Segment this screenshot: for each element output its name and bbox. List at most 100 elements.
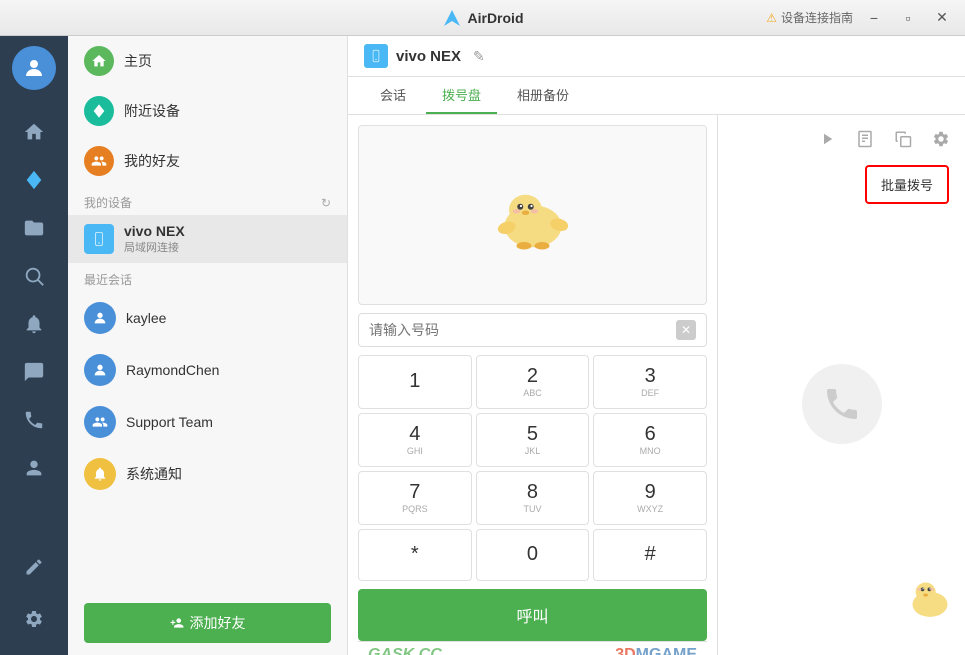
conv-raymond[interactable]: RaymondChen [68,344,347,396]
key-9[interactable]: 9WXYZ [593,471,707,525]
add-friend-button[interactable]: 添加好友 [84,603,331,643]
phonebook-button[interactable] [851,125,879,153]
nav-nearby[interactable]: 附近设备 [68,86,347,136]
key-hash[interactable]: # [593,529,707,581]
user-avatar[interactable] [12,46,56,90]
device-status: 局域网连接 [124,239,185,255]
device-phone-icon [364,44,388,68]
sidebar-files[interactable] [12,206,56,250]
settings-button[interactable] [12,597,56,641]
phone-input-row[interactable]: ✕ [358,313,707,347]
tab-backup[interactable]: 相册备份 [501,77,585,114]
maximize-button[interactable]: ▫ [895,5,921,31]
minimize-button[interactable]: − [861,5,887,31]
support-name: Support Team [126,414,213,430]
phone-input[interactable] [369,322,676,338]
device-icon [84,224,114,254]
keypad: 1 2ABC 3DEF 4GHI 5JKL 6MNO 7PQRS 8TUV 9W… [358,355,707,581]
edit-icon [24,557,44,577]
panels-row: ✕ 1 2ABC 3DEF 4GHI 5JKL 6MNO 7PQRS 8TUV … [348,115,965,655]
home-nav-icon [84,46,114,76]
play-button[interactable] [813,125,841,153]
input-clear-button[interactable]: ✕ [676,320,696,340]
key-5[interactable]: 5JKL [476,413,590,467]
person-icon [22,56,46,80]
sidebar-calls[interactable] [12,398,56,442]
copy-button[interactable] [889,125,917,153]
nearby-nav-icon [84,96,114,126]
batch-dial-button[interactable]: 批量拨号 [865,165,949,204]
sidebar-notifications[interactable] [12,302,56,346]
key-6[interactable]: 6MNO [593,413,707,467]
sidebar-contacts[interactable] [12,446,56,490]
device-item[interactable]: vivo NEX 局域网连接 [68,215,347,263]
main-layout: 主页 附近设备 我的好友 我的设备 ↻ vivo NEX 局域网连接 [0,36,965,655]
conv-kaylee[interactable]: kaylee [68,292,347,344]
sidebar-search[interactable] [12,254,56,298]
edit-button[interactable] [12,545,56,589]
system-avatar [84,458,116,490]
key-0[interactable]: 0 [476,529,590,581]
settings-icon-btn[interactable] [927,125,955,153]
mascot-small [905,570,955,620]
my-devices-section: 我的设备 ↻ [68,186,347,215]
right-toolbar [728,125,955,153]
nearby-icon [23,169,45,191]
watermark-right: 3DMGAME [615,646,697,655]
folder-icon [23,217,45,239]
kaylee-avatar [84,302,116,334]
sidebar-nearby[interactable] [12,158,56,202]
nav-friends[interactable]: 我的好友 [68,136,347,186]
mascot-image [488,180,578,250]
conv-support[interactable]: Support Team [68,396,347,448]
recent-label: 最近会话 [84,271,132,288]
close-button[interactable]: ✕ [929,5,955,31]
call-button[interactable]: 呼叫 [358,589,707,641]
titlebar: AirDroid ⚠ 设备连接指南 − ▫ ✕ [0,0,965,36]
watermark-left: GASK.CC [368,646,442,655]
alert-text[interactable]: ⚠ 设备连接指南 [766,9,853,26]
dialer-screen [358,125,707,305]
header-device-name: vivo NEX [396,48,461,65]
sidebar-home[interactable] [12,110,56,154]
tabs-row: 会话 拨号盘 相册备份 [348,77,965,115]
key-1[interactable]: 1 [358,355,472,409]
system-name: 系统通知 [126,464,182,484]
phone-large-icon [822,384,862,424]
device-edit-icon[interactable]: ✎ [473,48,485,65]
raymond-avatar [84,354,116,386]
bell-icon [23,313,45,335]
key-7[interactable]: 7PQRS [358,471,472,525]
key-2[interactable]: 2ABC [476,355,590,409]
support-avatar [84,406,116,438]
nav-home[interactable]: 主页 [68,36,347,86]
add-friend-label: 添加好友 [190,613,246,633]
key-star[interactable]: * [358,529,472,581]
key-3[interactable]: 3DEF [593,355,707,409]
content-area: vivo NEX ✎ 会话 拨号盘 相册备份 [348,36,965,655]
app-title: AirDroid [468,10,524,26]
key-4[interactable]: 4GHI [358,413,472,467]
play-icon [818,130,836,148]
watermarks: GASK.CC 3DMGAME [358,641,707,655]
tab-dialer[interactable]: 拨号盘 [426,77,497,114]
device-name: vivo NEX [124,223,185,239]
watermark-3d: 3D [615,646,635,655]
device-header: vivo NEX ✎ [348,36,965,77]
add-friend-icon [170,616,184,630]
icon-sidebar [0,36,68,655]
airdroid-logo-icon [442,8,462,28]
raymond-name: RaymondChen [126,362,219,378]
key-8[interactable]: 8TUV [476,471,590,525]
gear-icon [24,609,44,629]
copy-icon [894,130,912,148]
conv-system[interactable]: 系统通知 [68,448,347,500]
friends-nav-icon [84,146,114,176]
contacts-icon [23,457,45,479]
phonebook-icon [856,130,874,148]
device-info: vivo NEX 局域网连接 [124,223,185,255]
sidebar-messages[interactable] [12,350,56,394]
home-label: 主页 [124,51,152,71]
refresh-icon[interactable]: ↻ [321,196,331,210]
tab-chat[interactable]: 会话 [364,77,422,114]
